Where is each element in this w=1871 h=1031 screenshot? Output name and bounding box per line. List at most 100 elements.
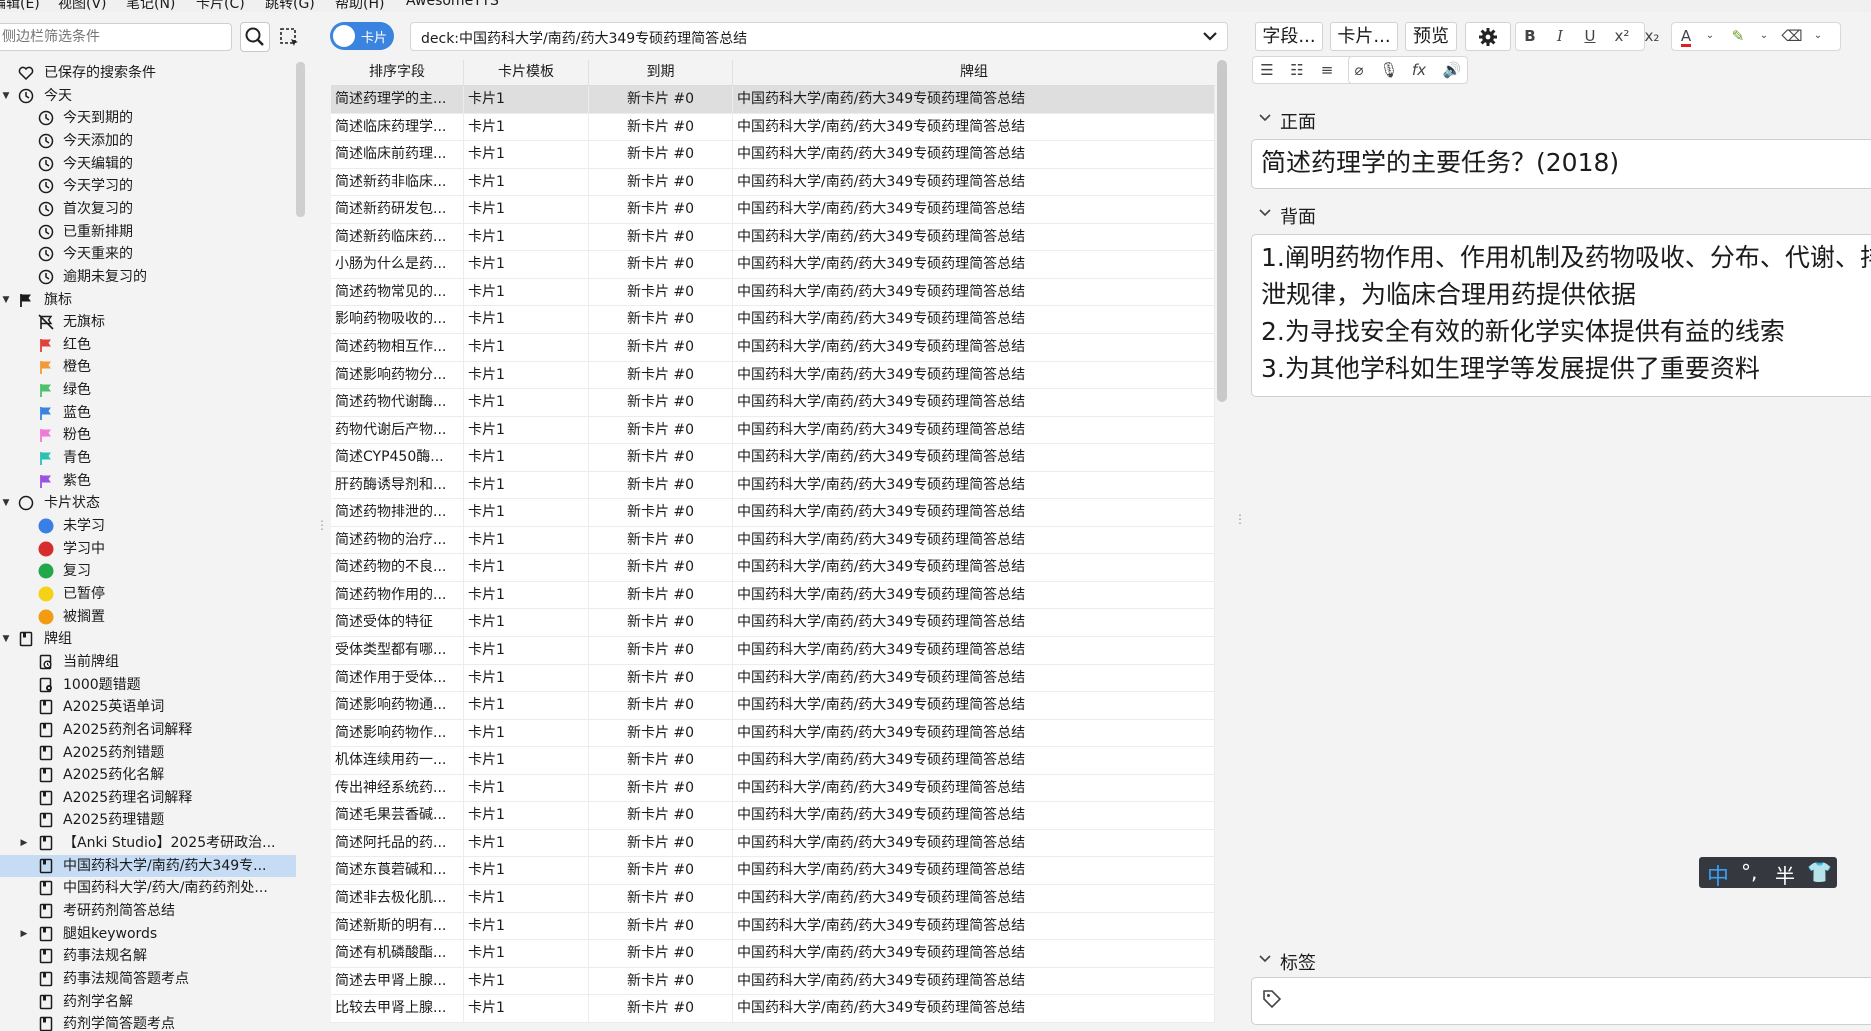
sidebar-item[interactable]: 今天到期的 [0,107,296,130]
sidebar-item[interactable]: 首次复习的 [0,198,296,221]
table-row[interactable]: 简述去甲肾上腺... 卡片1 新卡片 #0 中国药科大学/南药/药大349专硕药理简答… [331,967,1215,996]
table-row[interactable]: 简述临床前药理... 卡片1 新卡片 #0 中国药科大学/南药/药大349专硕药理简答… [331,141,1215,169]
sidebar-item[interactable]: 绿色 [0,379,296,402]
sidebar-item[interactable]: 被搁置 [0,606,296,629]
sidebar-item[interactable]: 粉色 [0,424,296,447]
sidebar-item[interactable]: A2025英语单词 [0,696,296,719]
eraser-icon[interactable]: ⌫ [1780,23,1804,49]
sidebar-item[interactable]: 学习中 [0,538,296,561]
table-row[interactable]: 简述毛果芸香碱... 卡片1 新卡片 #0 中国药科大学/南药/药大349专硕药理简答… [331,802,1215,830]
table-row[interactable]: 简述影响药物分... 卡片1 新卡片 #0 中国药科大学/南药/药大349专硕药理简答… [331,361,1215,390]
sidebar-item[interactable]: ▶ 【Anki Studio】2025考研政治... [0,832,296,855]
menu-awesometts[interactable]: AwesomeTTS [406,0,499,9]
align-icon[interactable]: ≡ [1315,57,1339,83]
table-row[interactable]: 简述药理学的主... 卡片1 新卡片 #0 中国药科大学/南药/药大349专硕药理简答… [331,86,1215,114]
tags-editor[interactable] [1251,977,1871,1025]
sidebar-item[interactable]: ▶ 腿姐keywords [0,923,296,946]
table-row[interactable]: 简述临床药理学... 卡片1 新卡片 #0 中国药科大学/南药/药大349专硕药理简答… [331,113,1215,142]
back-field-editor[interactable]: 1.阐明药物作用、作用机制及药物吸收、分布、代谢、排 泄规律，为临床合理用药提供… [1251,234,1871,397]
sidebar-item[interactable]: 今天学习的 [0,175,296,198]
column-sort-field[interactable]: 排序字段 [331,60,464,85]
sidebar-item[interactable]: 红色 [0,334,296,357]
sidebar-item[interactable]: 1000题错题 [0,674,296,697]
sidebar-item[interactable]: 今天编辑的 [0,153,296,176]
table-row[interactable]: 简述药物的治疗... 卡片1 新卡片 #0 中国药科大学/南药/药大349专硕药理简答… [331,526,1215,555]
text-color-icon[interactable]: A [1674,23,1698,49]
sidebar-item[interactable]: ▼ 卡片状态 [0,492,296,515]
formula-icon[interactable]: fx [1407,57,1431,83]
table-row[interactable]: 简述有机磷酸酯... 卡片1 新卡片 #0 中国药科大学/南药/药大349专硕药理简答… [331,940,1215,968]
eraser-dropdown-icon[interactable]: ⌄ [1806,23,1830,49]
sidebar-item[interactable]: 青色 [0,447,296,470]
column-deck[interactable]: 牌组 [733,60,1215,85]
table-row[interactable]: 简述新药临床药... 卡片1 新卡片 #0 中国药科大学/南药/药大349专硕药理简答… [331,223,1215,252]
collapse-arrow-icon[interactable]: ▼ [0,85,12,107]
menu-help[interactable]: 帮助(H) [335,0,384,12]
sidebar-item[interactable]: ▼ 今天 [0,85,296,108]
microphone-icon[interactable]: 🎙 [1377,57,1401,83]
preview-button[interactable]: 预览 [1405,22,1457,51]
front-field-editor[interactable]: 简述药理学的主要任务？(2018) [1251,139,1871,189]
collapse-arrow-icon[interactable]: ▼ [0,628,12,650]
cards-button[interactable]: 卡片... [1330,22,1398,51]
sidebar-item[interactable]: ▼ 牌组 [0,628,296,651]
table-row[interactable]: 肝药酶诱导剂和... 卡片1 新卡片 #0 中国药科大学/南药/药大349专硕药理简答… [331,471,1215,500]
table-row[interactable]: 简述阿托品的药... 卡片1 新卡片 #0 中国药科大学/南药/药大349专硕药理简答… [331,829,1215,858]
table-row[interactable]: 简述CYP450酶... 卡片1 新卡片 #0 中国药科大学/南药/药大349专硕药理… [331,444,1215,472]
sidebar-item[interactable]: A2025药理名词解释 [0,787,296,810]
table-row[interactable]: 简述药物排泄的... 卡片1 新卡片 #0 中国药科大学/南药/药大349专硕药理简答… [331,499,1215,527]
sidebar-scrollbar[interactable] [296,62,305,217]
italic-icon[interactable]: I [1548,23,1572,49]
sidebar-item[interactable]: 今天添加的 [0,130,296,153]
sidebar-item[interactable]: A2025药剂错题 [0,742,296,765]
table-row[interactable]: 简述东莨菪碱和... 卡片1 新卡片 #0 中国药科大学/南药/药大349专硕药理简答… [331,857,1215,885]
superscript-icon[interactable]: x² [1610,23,1634,49]
sidebar-item[interactable]: 药事法规简答题考点 [0,968,296,991]
highlight-dropdown-icon[interactable]: ⌄ [1752,23,1776,49]
table-row[interactable]: 简述新斯的明有... 卡片1 新卡片 #0 中国药科大学/南药/药大349专硕药理简答… [331,912,1215,941]
table-row[interactable]: 简述作用于受体... 卡片1 新卡片 #0 中国药科大学/南药/药大349专硕药理简答… [331,664,1215,693]
sidebar-item[interactable]: 未学习 [0,515,296,538]
table-row[interactable]: 简述药物的不良... 卡片1 新卡片 #0 中国药科大学/南药/药大349专硕药理简答… [331,554,1215,582]
table-row[interactable]: 传出神经系统药... 卡片1 新卡片 #0 中国药科大学/南药/药大349专硕药理简答… [331,774,1215,803]
sidebar-item[interactable]: A2025药理错题 [0,809,296,832]
table-scrollbar[interactable] [1217,60,1227,402]
sidebar-item[interactable]: 已重新排期 [0,221,296,244]
sidebar-item[interactable]: A2025药剂名词解释 [0,719,296,742]
cards-notes-toggle[interactable]: 卡片 [330,22,394,50]
sidebar-item[interactable]: 无旗标 [0,311,296,334]
menu-card[interactable]: 卡片(C) [196,0,245,12]
table-row[interactable]: 简述非去极化肌... 卡片1 新卡片 #0 中国药科大学/南药/药大349专硕药理简答… [331,884,1215,913]
sidebar-search-button[interactable] [240,22,270,52]
table-row[interactable]: 比较去甲肾上腺... 卡片1 新卡片 #0 中国药科大学/南药/药大349专硕药理简答… [331,995,1215,1023]
expand-arrow-icon[interactable]: ▶ [18,832,30,854]
underline-icon[interactable]: U [1578,23,1602,49]
text-color-dropdown-icon[interactable]: ⌄ [1698,23,1722,49]
table-row[interactable]: 机体连续用药一... 卡片1 新卡片 #0 中国药科大学/南药/药大349专硕药理简答… [331,747,1215,775]
bullet-list-icon[interactable]: ☰ [1255,57,1279,83]
sidebar-item[interactable]: 蓝色 [0,402,296,425]
table-row[interactable]: 小肠为什么是药... 卡片1 新卡片 #0 中国药科大学/南药/药大349专硕药理简答… [331,251,1215,279]
menu-view[interactable]: 视图(V) [58,0,107,12]
table-row[interactable]: 简述受体的特征 卡片1 新卡片 #0 中国药科大学/南药/药大349专硕药理简答总结 [331,609,1215,638]
sidebar-item[interactable]: 考研药剂简答总结 [0,900,296,923]
subscript-icon[interactable]: x₂ [1640,23,1664,49]
collapse-arrow-icon[interactable]: ▼ [0,492,12,514]
search-combobox[interactable]: deck:中国药科大学/南药/药大349专硕药理简答总结 [410,22,1228,51]
menu-edit[interactable]: 编辑(E) [0,0,40,12]
select-area-button[interactable] [278,26,300,48]
highlight-icon[interactable]: ✎ [1726,23,1750,49]
attach-icon[interactable]: ⌀ [1347,57,1371,83]
table-row[interactable]: 受体类型都有哪... 卡片1 新卡片 #0 中国药科大学/南药/药大349专硕药理简答… [331,637,1215,665]
sidebar-item[interactable]: 药事法规名解 [0,945,296,968]
menu-note[interactable]: 笔记(N) [126,0,175,12]
table-row[interactable]: 药物代谢后产物... 卡片1 新卡片 #0 中国药科大学/南药/药大349专硕药理简答… [331,416,1215,445]
sidebar-item[interactable]: 已暂停 [0,583,296,606]
table-row[interactable]: 简述药物作用的... 卡片1 新卡片 #0 中国药科大学/南药/药大349专硕药理简答… [331,581,1215,610]
table-row[interactable]: 简述影响药物通... 卡片1 新卡片 #0 中国药科大学/南药/药大349专硕药理简答… [331,692,1215,720]
table-row[interactable]: 简述药物常见的... 卡片1 新卡片 #0 中国药科大学/南药/药大349专硕药理简答… [331,278,1215,307]
sidebar-item[interactable]: 今天重来的 [0,243,296,266]
chevron-down-icon[interactable] [1201,26,1219,46]
bold-icon[interactable]: B [1518,23,1542,49]
sidebar-item[interactable]: 药剂学名解 [0,991,296,1014]
